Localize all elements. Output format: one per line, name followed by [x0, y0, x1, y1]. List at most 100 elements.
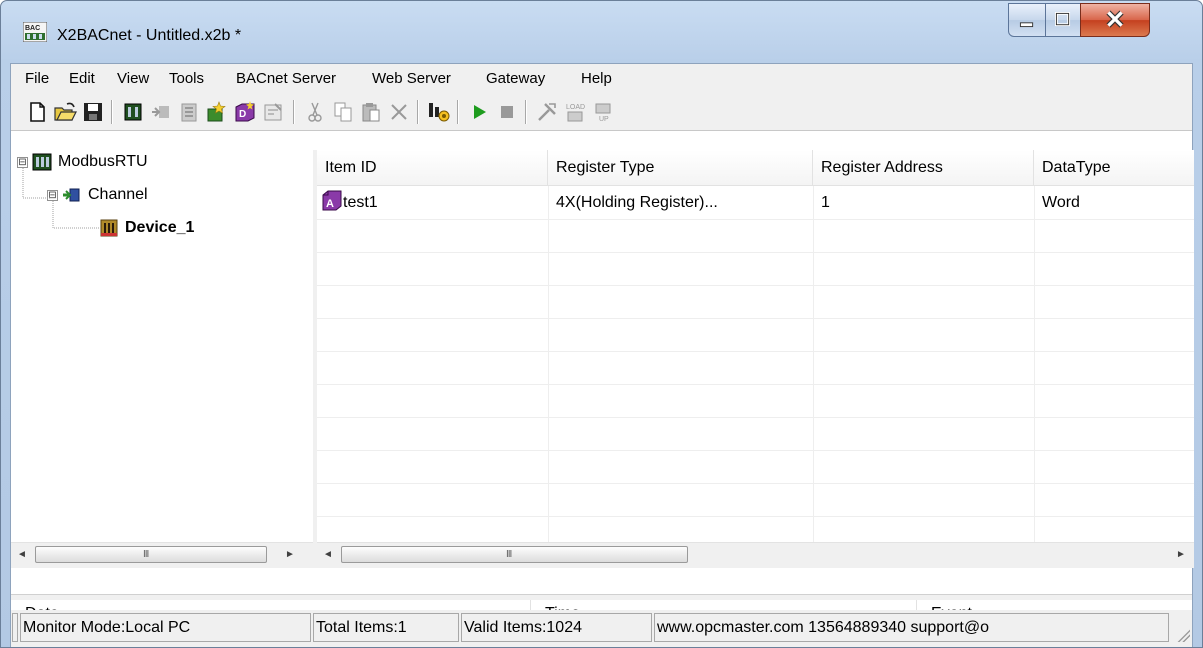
column-header-datatype[interactable]: DataType: [1034, 150, 1194, 186]
scroll-grip: III: [506, 549, 512, 560]
new-channel-button[interactable]: [121, 100, 145, 124]
toolbar-separator: [293, 100, 295, 124]
menu-web-server[interactable]: Web Server: [372, 70, 451, 87]
status-total-items: Total Items:1: [313, 613, 459, 642]
delete-icon: [391, 104, 407, 120]
cell-register-type: 4X(Holding Register)...: [556, 194, 718, 211]
copy-icon: [334, 102, 352, 122]
grid-line: [548, 186, 549, 568]
close-button[interactable]: [1080, 3, 1150, 37]
menu-tools[interactable]: Tools: [169, 70, 204, 87]
new-item-icon: [207, 101, 226, 122]
toolbar: D LOAD UP: [11, 94, 1192, 131]
minimize-icon: [1019, 22, 1034, 28]
client-area: File Edit View Tools BACnet Server Web S…: [10, 63, 1194, 647]
bacnet-app-icon: BAC: [22, 21, 48, 43]
scroll-thumb[interactable]: III: [35, 546, 267, 563]
paste-icon: [362, 103, 380, 122]
grid-line: [317, 516, 1194, 517]
scroll-left-icon[interactable]: ◄: [15, 548, 29, 562]
properties-icon: [264, 103, 282, 121]
tree-horizontal-scrollbar[interactable]: ◄ III ►: [11, 542, 313, 568]
grid-line: [317, 252, 1194, 253]
column-header-register-type[interactable]: Register Type: [548, 150, 813, 186]
size-grip-icon[interactable]: [1176, 628, 1190, 642]
new-device-button[interactable]: [149, 100, 173, 124]
open-button[interactable]: [53, 100, 77, 124]
column-header-item-id[interactable]: Item ID: [317, 150, 548, 186]
column-header-register-address[interactable]: Register Address: [813, 150, 1034, 186]
tree-pane: ⊟ ModbusRTU ⊟ Channel Device_1: [11, 150, 317, 568]
status-monitor-mode: Monitor Mode:Local PC: [20, 613, 311, 642]
new-group-icon: [181, 103, 197, 122]
new-icon: [30, 102, 45, 122]
properties-button[interactable]: [261, 100, 285, 124]
svg-text:A: A: [326, 198, 334, 210]
load-button[interactable]: LOAD: [563, 100, 587, 124]
stop-icon: [501, 106, 513, 118]
scroll-thumb[interactable]: III: [341, 546, 688, 563]
list-horizontal-scrollbar[interactable]: ◄ III ►: [317, 542, 1194, 568]
grid-line: [1034, 186, 1035, 568]
svg-text:LOAD: LOAD: [566, 104, 585, 111]
scroll-right-icon[interactable]: ►: [283, 548, 297, 562]
svg-text:D: D: [239, 109, 246, 120]
tree-connector-lines: [22, 168, 99, 229]
scroll-right-icon[interactable]: ►: [1174, 548, 1188, 562]
toolbar-separator: [525, 100, 527, 124]
maximize-button[interactable]: [1045, 3, 1081, 37]
save-icon: [84, 103, 102, 121]
delete-button[interactable]: [387, 100, 411, 124]
stop-button[interactable]: [495, 100, 519, 124]
menu-help[interactable]: Help: [581, 70, 612, 87]
cut-button[interactable]: [303, 100, 327, 124]
toolbar-separator: [111, 100, 113, 124]
menu-view[interactable]: View: [117, 70, 149, 87]
svg-text:UP: UP: [599, 116, 609, 123]
new-channel-icon: [124, 103, 142, 121]
menu-edit[interactable]: Edit: [69, 70, 95, 87]
title-bar[interactable]: BAC X2BACnet - Untitled.x2b *: [1, 1, 1202, 63]
menu-file[interactable]: File: [25, 70, 49, 87]
status-contact-info: www.opcmaster.com 13564889340 support@o: [654, 613, 1169, 642]
new-item-button[interactable]: [205, 100, 229, 124]
unload-icon: UP: [595, 103, 611, 123]
grid-line: [317, 384, 1194, 385]
unload-button[interactable]: UP: [591, 100, 615, 124]
grid-line: [317, 417, 1194, 418]
grid-line: [317, 219, 1194, 220]
scroll-left-icon[interactable]: ◄: [321, 548, 335, 562]
run-button[interactable]: [467, 100, 491, 124]
status-valid-items: Valid Items:1024: [461, 613, 652, 642]
minimize-button[interactable]: [1008, 3, 1046, 37]
new-bacnet-object-icon: D: [235, 101, 255, 122]
settings-button[interactable]: [427, 100, 451, 124]
svg-text:BAC: BAC: [25, 25, 40, 32]
menu-gateway[interactable]: Gateway: [486, 70, 545, 87]
copy-button[interactable]: [331, 100, 355, 124]
tools-icon: [538, 103, 556, 121]
new-button[interactable]: [25, 100, 49, 124]
cell-datatype: Word: [1042, 194, 1080, 211]
item-id-text: test1: [343, 194, 378, 211]
load-icon: LOAD: [566, 104, 585, 122]
cell-item-id: Atest1: [317, 186, 548, 219]
cut-icon: [308, 102, 322, 122]
analog-item-icon: A: [322, 190, 342, 211]
save-button[interactable]: [81, 100, 105, 124]
grid-line: [317, 483, 1194, 484]
tree-node-device-1[interactable]: Device_1: [99, 216, 194, 240]
grid-line: [317, 351, 1194, 352]
item-list: Item ID Register Type Register Address D…: [317, 150, 1194, 568]
menu-bacnet-server[interactable]: BACnet Server: [236, 70, 336, 87]
close-icon: [1106, 10, 1124, 28]
new-group-button[interactable]: [177, 100, 201, 124]
settings-icon: [429, 103, 450, 122]
grid-line: [317, 285, 1194, 286]
status-bar: Monitor Mode:Local PC Total Items:1 Vali…: [11, 610, 1192, 647]
new-bacnet-object-button[interactable]: D: [233, 100, 257, 124]
open-icon: [54, 102, 77, 121]
paste-button[interactable]: [359, 100, 383, 124]
maximize-icon: [1055, 12, 1071, 27]
tools-button[interactable]: [535, 100, 559, 124]
